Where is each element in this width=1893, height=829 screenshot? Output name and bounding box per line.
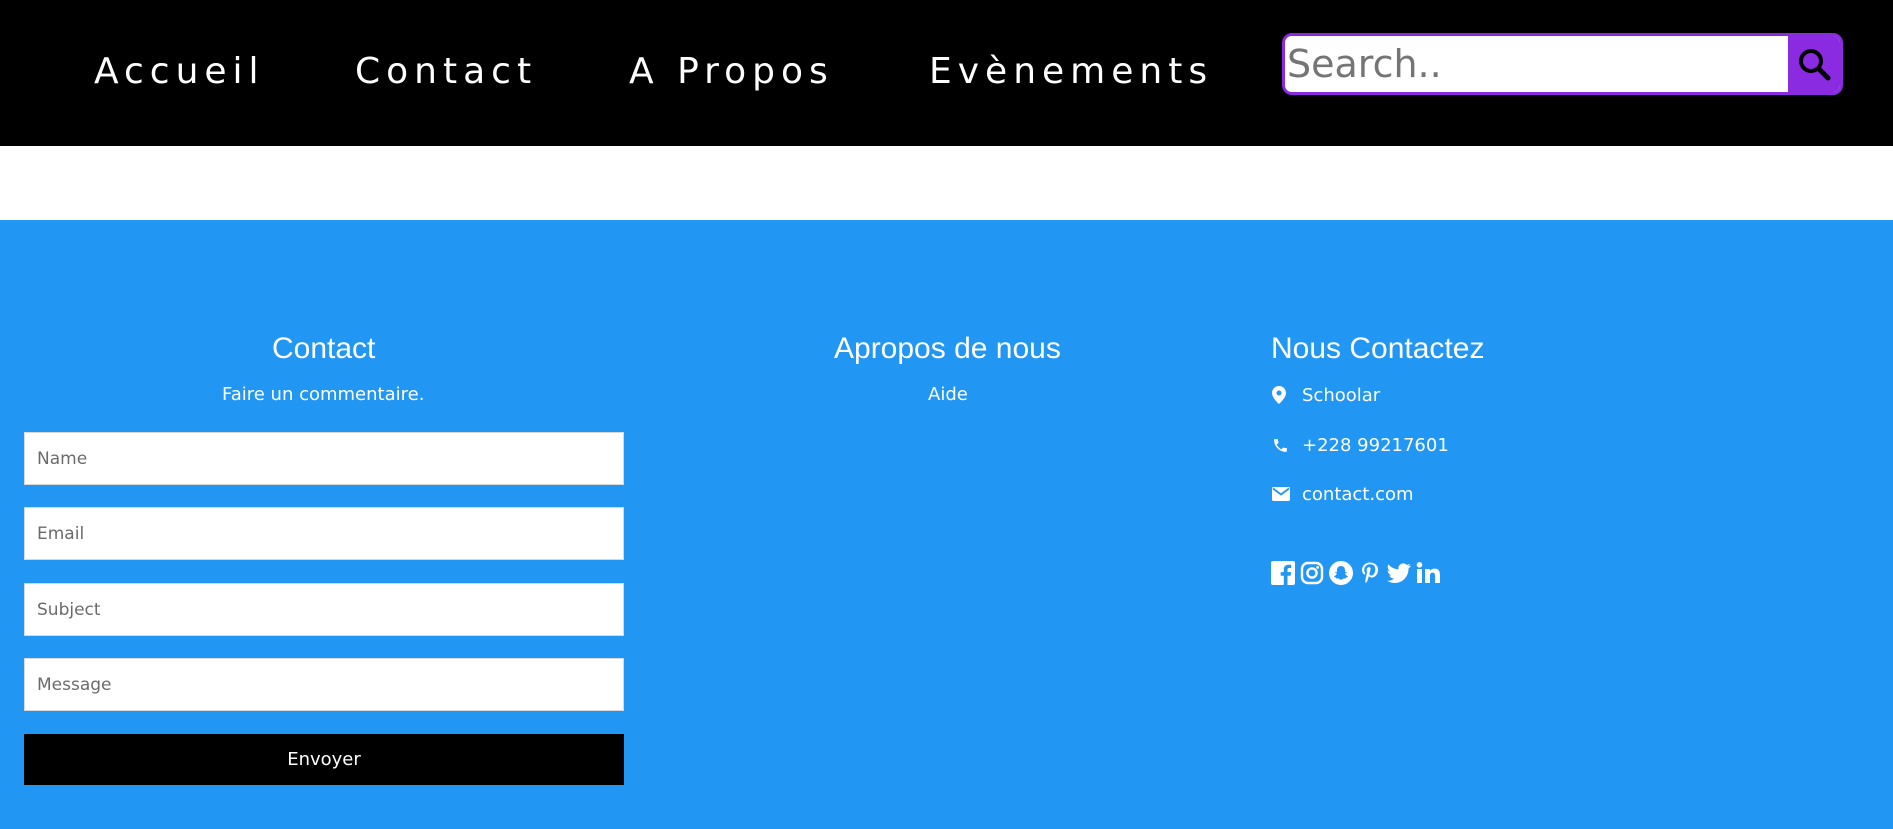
facebook-icon[interactable] [1270,560,1296,586]
subject-field[interactable] [24,583,624,636]
envelope-icon [1272,483,1294,505]
about-title: Apropos de nous [834,332,1061,365]
email-field[interactable] [24,507,624,560]
email-row: contact.com [1272,482,1414,506]
phone-row: +228 99217601 [1272,433,1449,457]
submit-button[interactable]: Envoyer [24,734,624,785]
nav-link-a-propos[interactable]: A Propos [629,50,834,94]
footer: Contact Faire un commentaire. Envoyer Ap… [0,220,1893,829]
linkedin-icon[interactable] [1415,560,1441,586]
map-marker-icon [1272,384,1294,406]
phone-text: +228 99217601 [1302,434,1449,456]
search-input[interactable] [1285,36,1792,92]
address-row: Schoolar [1272,383,1380,407]
nav-link-accueil[interactable]: Accueil [94,50,265,94]
top-navbar: Accueil Contact A Propos Evènements [0,0,1893,146]
name-field[interactable] [24,432,624,485]
help-link[interactable]: Aide [928,383,968,407]
search-button[interactable] [1788,36,1840,92]
contact-title: Contact [272,332,376,365]
nav-link-evenements[interactable]: Evènements [929,50,1213,94]
pinterest-icon[interactable] [1357,560,1383,586]
email-text: contact.com [1302,483,1414,505]
message-field[interactable] [24,658,624,711]
social-links [1270,559,1444,587]
contact-subtitle: Faire un commentaire. [222,384,425,405]
reach-title: Nous Contactez [1271,332,1485,365]
page-spacer [0,146,1893,220]
snapchat-icon[interactable] [1328,560,1354,586]
address-text: Schoolar [1302,384,1381,406]
search-box [1282,33,1843,95]
nav-link-contact[interactable]: Contact [355,50,537,94]
search-icon [1799,49,1831,81]
phone-icon [1272,434,1294,456]
twitter-icon[interactable] [1386,560,1412,586]
instagram-icon[interactable] [1299,560,1325,586]
